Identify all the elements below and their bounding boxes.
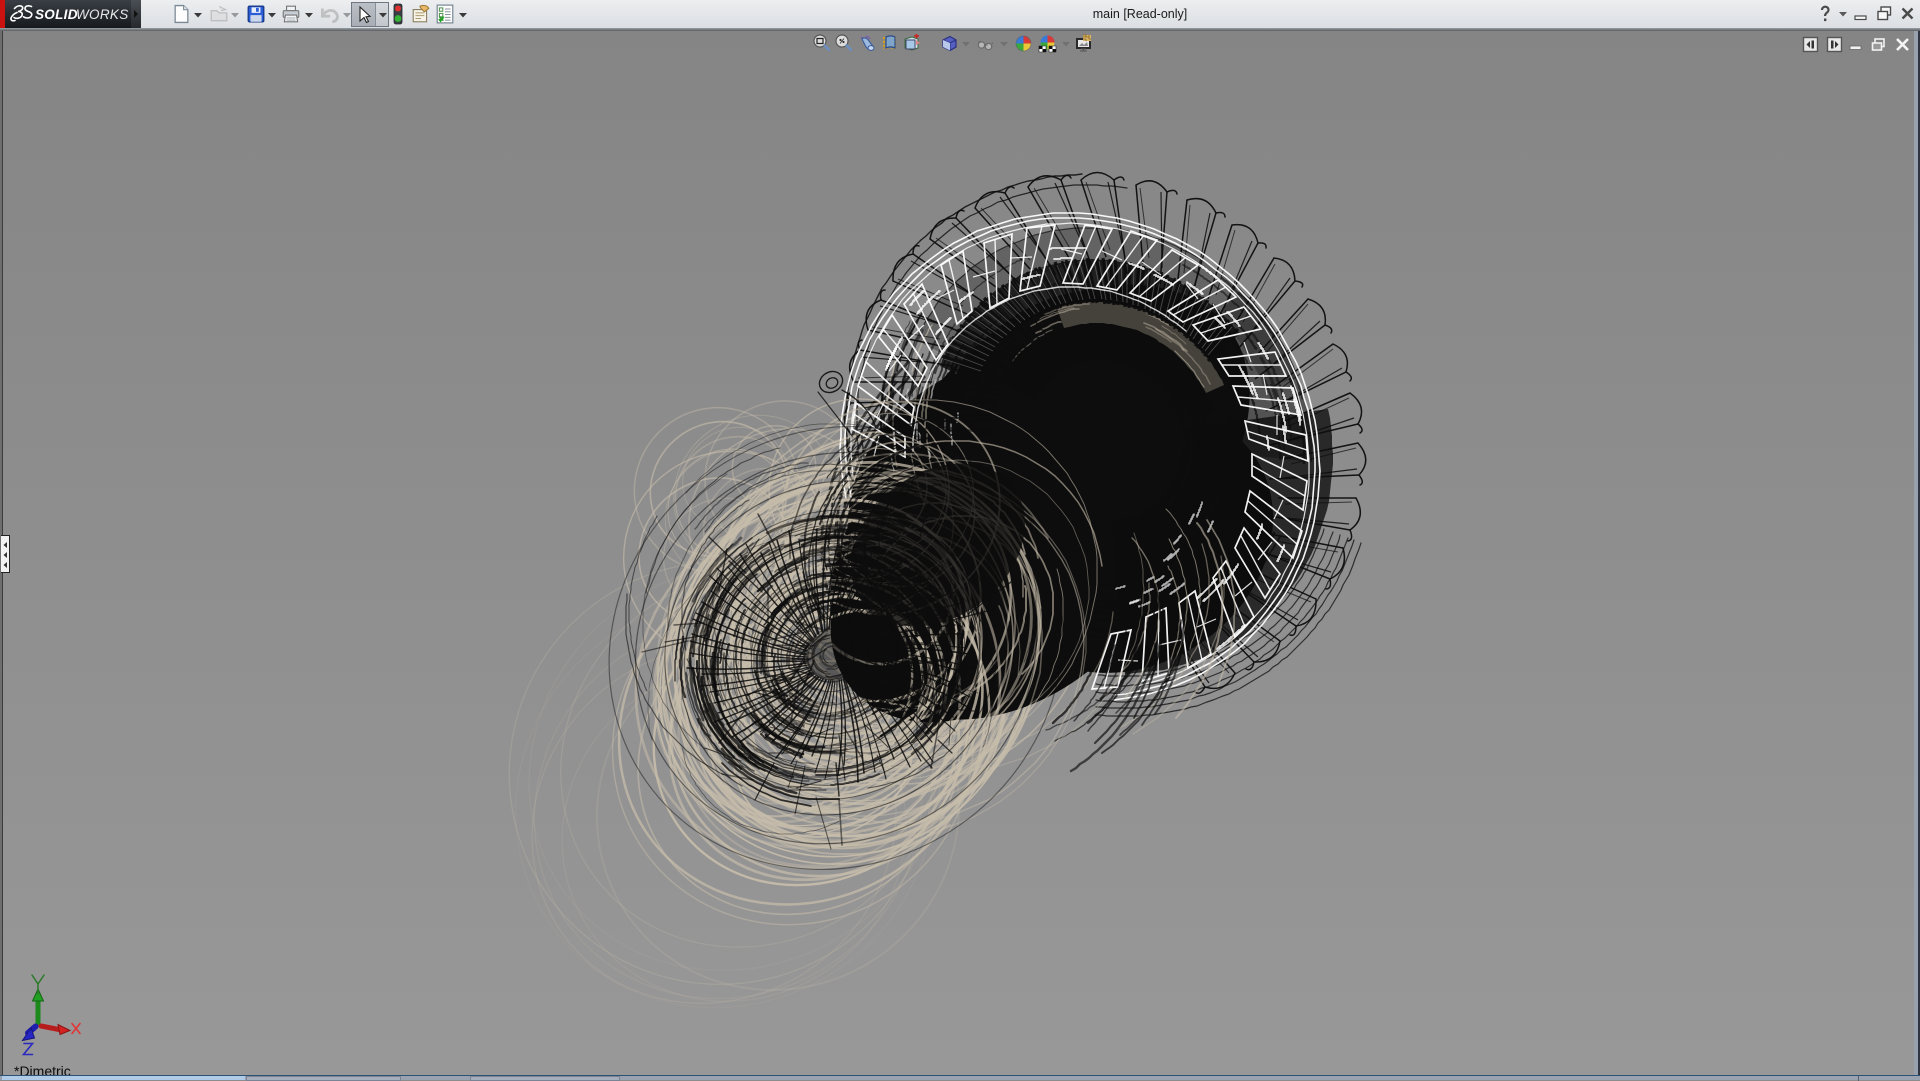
svg-text:WORKS: WORKS <box>76 7 129 22</box>
svg-text:SOLID: SOLID <box>35 7 78 22</box>
